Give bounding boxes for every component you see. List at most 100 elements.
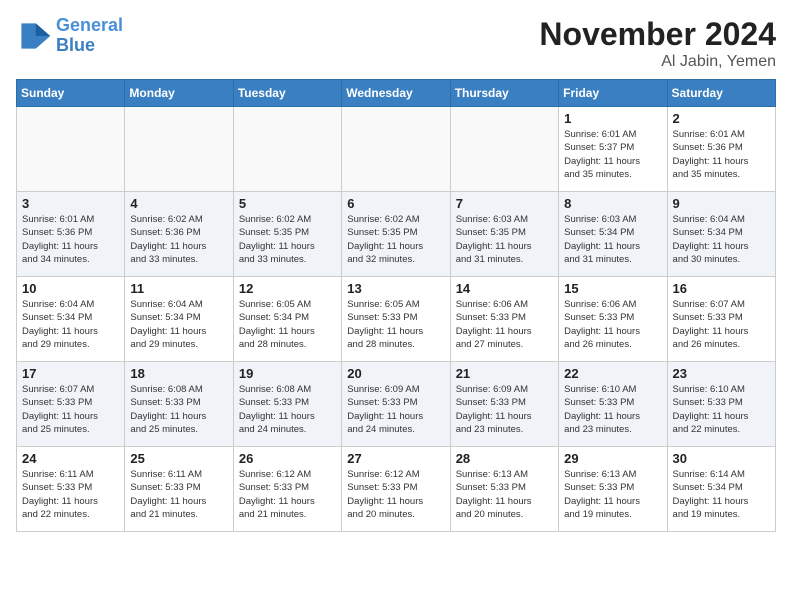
logo-text: General Blue <box>56 16 123 56</box>
calendar-cell: 27 Sunrise: 6:12 AM Sunset: 5:33 PM Dayli… <box>342 447 450 532</box>
day-info: Sunrise: 6:04 AM Sunset: 5:34 PM Dayligh… <box>673 213 770 266</box>
day-number: 28 <box>456 451 553 466</box>
logo: General Blue <box>16 16 123 56</box>
calendar-cell: 8 Sunrise: 6:03 AM Sunset: 5:34 PM Daylig… <box>559 192 667 277</box>
calendar-cell: 19Sunrise: 6:08 AM Sunset: 5:33 PM Dayli… <box>233 362 341 447</box>
calendar-week-row: 10 Sunrise: 6:04 AM Sunset: 5:34 PM Dayli… <box>17 277 776 362</box>
calendar-cell: 15 Sunrise: 6:06 AM Sunset: 5:33 PM Dayli… <box>559 277 667 362</box>
calendar-cell: 10 Sunrise: 6:04 AM Sunset: 5:34 PM Dayli… <box>17 277 125 362</box>
calendar-cell: 9 Sunrise: 6:04 AM Sunset: 5:34 PM Daylig… <box>667 192 775 277</box>
day-number: 17 <box>22 366 119 381</box>
calendar-cell: 3 Sunrise: 6:01 AM Sunset: 5:36 PM Daylig… <box>17 192 125 277</box>
day-number: 11 <box>130 281 227 296</box>
calendar-day-header: Friday <box>559 80 667 107</box>
day-number: 3 <box>22 196 119 211</box>
calendar-cell: 21Sunrise: 6:09 AM Sunset: 5:33 PM Dayli… <box>450 362 558 447</box>
day-number: 23 <box>673 366 770 381</box>
day-number: 19 <box>239 366 336 381</box>
calendar-cell: 14 Sunrise: 6:06 AM Sunset: 5:33 PM Dayli… <box>450 277 558 362</box>
logo-icon <box>16 18 52 54</box>
day-number: 7 <box>456 196 553 211</box>
day-number: 10 <box>22 281 119 296</box>
calendar-cell: 20 Sunrise: 6:09 AM Sunset: 5:33 PM Dayli… <box>342 362 450 447</box>
day-info: Sunrise: 6:02 AM Sunset: 5:35 PM Dayligh… <box>239 213 336 266</box>
calendar-cell: 7Sunrise: 6:03 AM Sunset: 5:35 PM Daylig… <box>450 192 558 277</box>
calendar-cell <box>17 107 125 192</box>
day-number: 18 <box>130 366 227 381</box>
calendar-cell: 24Sunrise: 6:11 AM Sunset: 5:33 PM Dayli… <box>17 447 125 532</box>
calendar-cell: 22 Sunrise: 6:10 AM Sunset: 5:33 PM Dayli… <box>559 362 667 447</box>
day-number: 14 <box>456 281 553 296</box>
day-number: 13 <box>347 281 444 296</box>
day-number: 15 <box>564 281 661 296</box>
calendar-cell: 23 Sunrise: 6:10 AM Sunset: 5:33 PM Dayli… <box>667 362 775 447</box>
day-number: 8 <box>564 196 661 211</box>
calendar-week-row: 24Sunrise: 6:11 AM Sunset: 5:33 PM Dayli… <box>17 447 776 532</box>
day-info: Sunrise: 6:03 AM Sunset: 5:34 PM Dayligh… <box>564 213 661 266</box>
calendar-cell <box>233 107 341 192</box>
day-number: 5 <box>239 196 336 211</box>
calendar-day-header: Sunday <box>17 80 125 107</box>
day-number: 25 <box>130 451 227 466</box>
calendar-cell: 2 Sunrise: 6:01 AM Sunset: 5:36 PM Daylig… <box>667 107 775 192</box>
day-info: Sunrise: 6:06 AM Sunset: 5:33 PM Dayligh… <box>564 298 661 351</box>
calendar-week-row: 1 Sunrise: 6:01 AM Sunset: 5:37 PM Daylig… <box>17 107 776 192</box>
day-info: Sunrise: 6:11 AM Sunset: 5:33 PM Dayligh… <box>130 468 227 521</box>
day-number: 2 <box>673 111 770 126</box>
page-header: General Blue November 2024 Al Jabin, Yem… <box>16 16 776 71</box>
day-number: 29 <box>564 451 661 466</box>
calendar-header-row: SundayMondayTuesdayWednesdayThursdayFrid… <box>17 80 776 107</box>
calendar-cell: 17 Sunrise: 6:07 AM Sunset: 5:33 PM Dayli… <box>17 362 125 447</box>
location: Al Jabin, Yemen <box>539 53 776 71</box>
day-info: Sunrise: 6:11 AM Sunset: 5:33 PM Dayligh… <box>22 468 119 521</box>
day-number: 1 <box>564 111 661 126</box>
day-number: 12 <box>239 281 336 296</box>
calendar-cell <box>125 107 233 192</box>
day-info: Sunrise: 6:04 AM Sunset: 5:34 PM Dayligh… <box>22 298 119 351</box>
day-number: 27 <box>347 451 444 466</box>
day-info: Sunrise: 6:10 AM Sunset: 5:33 PM Dayligh… <box>673 383 770 436</box>
day-info: Sunrise: 6:01 AM Sunset: 5:36 PM Dayligh… <box>673 128 770 181</box>
day-info: Sunrise: 6:04 AM Sunset: 5:34 PM Dayligh… <box>130 298 227 351</box>
calendar-cell: 13 Sunrise: 6:05 AM Sunset: 5:33 PM Dayli… <box>342 277 450 362</box>
calendar-cell: 29Sunrise: 6:13 AM Sunset: 5:33 PM Dayli… <box>559 447 667 532</box>
day-info: Sunrise: 6:14 AM Sunset: 5:34 PM Dayligh… <box>673 468 770 521</box>
day-number: 9 <box>673 196 770 211</box>
day-info: Sunrise: 6:12 AM Sunset: 5:33 PM Dayligh… <box>347 468 444 521</box>
day-info: Sunrise: 6:01 AM Sunset: 5:37 PM Dayligh… <box>564 128 661 181</box>
day-number: 21 <box>456 366 553 381</box>
calendar-day-header: Saturday <box>667 80 775 107</box>
calendar-week-row: 17 Sunrise: 6:07 AM Sunset: 5:33 PM Dayli… <box>17 362 776 447</box>
calendar-cell: 4 Sunrise: 6:02 AM Sunset: 5:36 PM Daylig… <box>125 192 233 277</box>
day-info: Sunrise: 6:13 AM Sunset: 5:33 PM Dayligh… <box>456 468 553 521</box>
calendar-cell: 30Sunrise: 6:14 AM Sunset: 5:34 PM Dayli… <box>667 447 775 532</box>
calendar-cell: 28 Sunrise: 6:13 AM Sunset: 5:33 PM Dayli… <box>450 447 558 532</box>
calendar-cell: 25 Sunrise: 6:11 AM Sunset: 5:33 PM Dayli… <box>125 447 233 532</box>
day-info: Sunrise: 6:01 AM Sunset: 5:36 PM Dayligh… <box>22 213 119 266</box>
day-info: Sunrise: 6:10 AM Sunset: 5:33 PM Dayligh… <box>564 383 661 436</box>
day-info: Sunrise: 6:02 AM Sunset: 5:36 PM Dayligh… <box>130 213 227 266</box>
calendar-cell <box>342 107 450 192</box>
day-number: 16 <box>673 281 770 296</box>
day-info: Sunrise: 6:05 AM Sunset: 5:34 PM Dayligh… <box>239 298 336 351</box>
day-info: Sunrise: 6:02 AM Sunset: 5:35 PM Dayligh… <box>347 213 444 266</box>
day-info: Sunrise: 6:07 AM Sunset: 5:33 PM Dayligh… <box>22 383 119 436</box>
calendar-cell: 18 Sunrise: 6:08 AM Sunset: 5:33 PM Dayli… <box>125 362 233 447</box>
calendar-cell: 16Sunrise: 6:07 AM Sunset: 5:33 PM Dayli… <box>667 277 775 362</box>
calendar-cell <box>450 107 558 192</box>
month-title: November 2024 <box>539 16 776 53</box>
day-number: 4 <box>130 196 227 211</box>
day-number: 26 <box>239 451 336 466</box>
day-info: Sunrise: 6:06 AM Sunset: 5:33 PM Dayligh… <box>456 298 553 351</box>
calendar-day-header: Tuesday <box>233 80 341 107</box>
calendar-day-header: Monday <box>125 80 233 107</box>
calendar-table: SundayMondayTuesdayWednesdayThursdayFrid… <box>16 79 776 532</box>
day-info: Sunrise: 6:05 AM Sunset: 5:33 PM Dayligh… <box>347 298 444 351</box>
day-info: Sunrise: 6:12 AM Sunset: 5:33 PM Dayligh… <box>239 468 336 521</box>
day-info: Sunrise: 6:08 AM Sunset: 5:33 PM Dayligh… <box>130 383 227 436</box>
day-number: 20 <box>347 366 444 381</box>
day-number: 22 <box>564 366 661 381</box>
day-info: Sunrise: 6:09 AM Sunset: 5:33 PM Dayligh… <box>347 383 444 436</box>
title-block: November 2024 Al Jabin, Yemen <box>539 16 776 71</box>
calendar-day-header: Wednesday <box>342 80 450 107</box>
